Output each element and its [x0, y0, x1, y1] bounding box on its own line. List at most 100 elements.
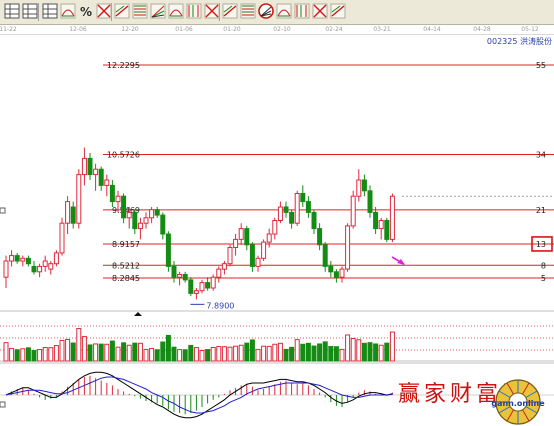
date-tick-label: 02-24 — [325, 26, 343, 33]
price-channel-icon[interactable] — [114, 3, 130, 19]
candle-body — [177, 274, 183, 278]
volume-bar — [221, 346, 227, 362]
date-tick-label: 05-12 — [521, 26, 539, 33]
candle-body — [154, 209, 160, 216]
fibonacci-retracement-icon[interactable] — [150, 3, 166, 19]
candle-body — [31, 265, 37, 273]
candle-body — [115, 195, 121, 203]
candle-body — [160, 214, 166, 235]
speed-lines-icon[interactable] — [204, 3, 220, 19]
candle-body — [283, 206, 289, 213]
candle-body — [255, 257, 261, 267]
volume-bar — [31, 350, 37, 362]
volume-bar — [115, 346, 121, 362]
candle-body — [104, 179, 110, 186]
volume-bar — [216, 346, 222, 362]
candle-body — [171, 265, 177, 278]
volume-bar — [266, 345, 272, 362]
logo-text: gann.online — [491, 399, 545, 408]
volume-bar — [182, 349, 188, 362]
candle-body — [70, 206, 76, 224]
gann-fan-icon[interactable] — [258, 3, 274, 19]
cycle-lines-icon[interactable] — [312, 3, 328, 19]
candle-body — [20, 257, 26, 262]
hand-pan-icon[interactable] — [60, 3, 76, 19]
gann-fan-icon-glyph — [258, 3, 274, 19]
panel-handle — [0, 401, 6, 408]
date-tick-label: 01-20 — [223, 26, 241, 33]
drawing-toolbar: % — [0, 0, 554, 25]
volume-bar — [322, 341, 328, 362]
candle-body — [345, 225, 351, 270]
candle-body — [249, 244, 255, 267]
arc-icon[interactable] — [222, 3, 238, 19]
volume-bar — [25, 347, 31, 362]
candle-body — [3, 260, 9, 278]
candle-body — [238, 228, 244, 240]
cycle-lines-icon-glyph — [312, 3, 328, 19]
date-tick-label: 12-20 — [121, 26, 139, 33]
grid-icon[interactable] — [42, 3, 58, 19]
candle-body — [378, 220, 384, 230]
volume-bar — [104, 343, 110, 362]
volume-bar — [328, 346, 334, 362]
trendline-icon[interactable] — [96, 3, 112, 19]
volume-bar — [210, 347, 216, 362]
delete-drawing-icon[interactable] — [294, 3, 310, 19]
candle-body — [277, 206, 283, 221]
volume-bar — [294, 339, 300, 362]
volume-bar — [76, 328, 82, 362]
candlestick-chart-icon[interactable] — [4, 3, 20, 19]
candle-body — [233, 238, 239, 248]
volume-bar — [289, 346, 295, 362]
candle-body — [339, 268, 345, 278]
fibonacci-time-zone-icon[interactable] — [240, 3, 256, 19]
volume-bar — [227, 346, 233, 362]
volume-bar — [137, 342, 143, 362]
date-tick-label: 11-22 — [0, 26, 17, 33]
candle-body — [137, 222, 143, 230]
volume-bar — [389, 331, 395, 362]
bar-chart-icon-glyph — [22, 3, 38, 19]
volume-bar — [20, 348, 26, 362]
candle-body — [328, 265, 334, 273]
parallel-lines-icon[interactable] — [132, 3, 148, 19]
candle-body — [81, 157, 87, 176]
date-tick-label: 04-28 — [473, 26, 491, 33]
volume-bar — [9, 347, 15, 362]
chart-area[interactable]: 12.22955510.5726349.5469218.9157138.5212… — [0, 35, 554, 426]
candle-body — [300, 193, 306, 203]
volume-bar — [93, 343, 99, 362]
fib-price-label: 10.5726 — [107, 150, 140, 159]
candle-body — [305, 201, 311, 213]
volume-bar — [233, 345, 239, 362]
hand-pan-icon-glyph — [60, 3, 76, 19]
pane-marker-icon — [134, 312, 142, 316]
volume-bar — [149, 347, 155, 362]
volume-bar — [70, 342, 76, 362]
speed-lines-icon-glyph — [204, 3, 220, 19]
fib-price-label: 8.2845 — [112, 274, 140, 283]
volume-bar — [378, 344, 384, 362]
volume-bar — [300, 343, 306, 362]
candle-body — [165, 233, 171, 267]
volume-bar — [261, 345, 267, 362]
volume-bar — [205, 349, 211, 362]
volume-bar — [65, 338, 71, 362]
golden-section-icon[interactable] — [276, 3, 292, 19]
candle-body — [53, 252, 59, 265]
fib-price-label: 12.2295 — [107, 61, 140, 70]
fib-count-label: 8 — [541, 261, 546, 270]
red-channel-icon[interactable] — [330, 3, 346, 19]
candle-body — [93, 168, 99, 176]
volume-bar — [272, 343, 278, 362]
fan-lines-icon[interactable] — [168, 3, 184, 19]
gann-angle-icon[interactable] — [186, 3, 202, 19]
volume-bar — [87, 344, 93, 362]
percent-icon[interactable]: % — [78, 3, 94, 19]
fib-price-label: 8.5212 — [112, 261, 140, 270]
volume-bar — [132, 342, 138, 362]
bar-chart-icon[interactable] — [22, 3, 38, 19]
volume-bar — [255, 348, 261, 362]
date-tick-label: 02-10 — [273, 26, 291, 33]
